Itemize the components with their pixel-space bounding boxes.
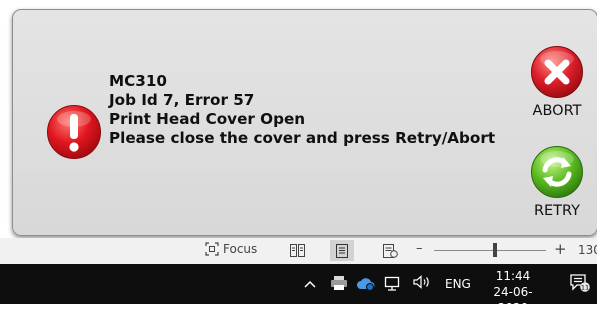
- notification-icon: 11: [570, 274, 590, 292]
- volume-tray-button[interactable]: [412, 274, 434, 294]
- notification-count: 11: [581, 284, 589, 292]
- input-language-indicator[interactable]: ENG: [445, 277, 471, 291]
- read-mode-button[interactable]: [285, 240, 309, 261]
- retry-label: RETRY: [533, 203, 581, 219]
- retry-refresh-icon: [531, 146, 583, 198]
- abort-label: ABORT: [532, 103, 582, 119]
- action-center-button[interactable]: 11: [570, 274, 590, 295]
- chevron-up-icon: [304, 280, 316, 288]
- focus-label: Focus: [223, 242, 258, 256]
- network-icon: [384, 276, 400, 291]
- zoom-slider-thumb[interactable]: [493, 243, 497, 257]
- abort-button[interactable]: ABORT: [517, 45, 597, 119]
- printer-model: MC310: [109, 72, 167, 90]
- printer-tray-button[interactable]: [330, 275, 348, 294]
- read-mode-icon: [289, 244, 305, 257]
- error-description: Print Head Cover Open: [109, 110, 306, 128]
- retry-button[interactable]: RETRY: [517, 145, 597, 219]
- volume-icon: [413, 275, 429, 289]
- document-status-bar: Focus – + 130: [0, 238, 597, 264]
- taskbar-clock[interactable]: 11:44 24-06-2020: [482, 268, 544, 316]
- error-message: MC310 Job Id 7, Error 57 Print Head Cove…: [109, 72, 495, 148]
- focus-mode-button[interactable]: Focus: [205, 242, 257, 256]
- windows-taskbar: ENG 11:44 24-06-2020 11: [0, 264, 597, 315]
- abort-x-icon: [531, 46, 583, 98]
- error-instruction: Please close the cover and press Retry/A…: [109, 129, 496, 147]
- job-error-line: Job Id 7, Error 57: [109, 91, 255, 109]
- clock-time: 11:44: [495, 269, 531, 283]
- printer-error-dialog: MC310 Job Id 7, Error 57 Print Head Cove…: [12, 9, 597, 236]
- focus-icon: [205, 242, 219, 256]
- network-tray-button[interactable]: [384, 276, 402, 295]
- web-layout-icon: [382, 243, 398, 258]
- zoom-out-button[interactable]: –: [416, 241, 423, 256]
- print-layout-icon: [336, 243, 348, 258]
- show-hidden-icons-chevron[interactable]: [304, 277, 316, 291]
- printer-icon: [331, 276, 347, 290]
- onedrive-cloud-icon: [357, 278, 375, 291]
- web-layout-button[interactable]: [378, 240, 402, 261]
- zoom-in-button[interactable]: +: [554, 240, 567, 258]
- print-layout-button[interactable]: [330, 240, 354, 261]
- warning-exclamation-icon: [46, 104, 102, 160]
- clock-date: 24-06-2020: [493, 285, 533, 315]
- onedrive-tray-button[interactable]: [356, 277, 376, 294]
- zoom-level[interactable]: 130: [578, 243, 597, 257]
- zoom-slider-track[interactable]: [434, 250, 546, 251]
